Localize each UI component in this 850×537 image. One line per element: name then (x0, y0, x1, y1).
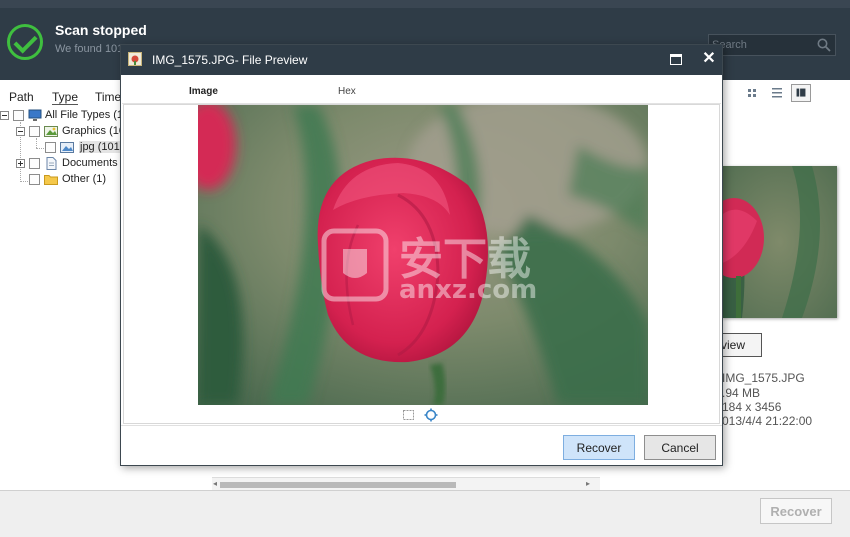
document-icon (46, 157, 57, 170)
actual-size-icon[interactable] (424, 408, 438, 422)
dialog-cancel-button[interactable]: Cancel (644, 435, 716, 460)
preview-area: 安下载 anxz.com (123, 104, 720, 424)
checkbox[interactable] (45, 142, 56, 153)
watermark-domain-text: anxz.com (399, 275, 538, 305)
preview-image: 安下载 anxz.com (198, 105, 648, 405)
tree-guide (36, 138, 37, 148)
tree-item-label: Documents (62, 157, 118, 169)
expand-icon[interactable] (16, 159, 25, 168)
checkbox[interactable] (29, 126, 40, 137)
image-file-icon (60, 142, 74, 153)
tab-image[interactable]: Image (189, 86, 218, 97)
tree-item-label: Other (1) (62, 173, 107, 185)
detail-view-icon[interactable] (791, 84, 811, 102)
search-input[interactable] (712, 37, 812, 53)
file-info-date: 013/4/4 21:22:00 (722, 414, 813, 428)
preview-thumbnail (722, 166, 837, 318)
file-preview-dialog: IMG_1575.JPG- File Preview ✕ Image Hex 安… (120, 44, 723, 466)
dialog-footer: Recover Cancel (121, 425, 722, 465)
scan-status-subtitle: We found 101 (55, 43, 124, 55)
view-by-tabs: Path Type Time (0, 80, 122, 106)
scrollbar-thumb[interactable] (220, 482, 456, 488)
close-icon[interactable]: ✕ (701, 50, 717, 68)
horizontal-scrollbar[interactable]: ◂ ▸ (212, 477, 600, 490)
tree-item-label: Graphics (10 (62, 125, 125, 137)
fit-screen-icon[interactable] (402, 409, 415, 421)
tree-item-label: All File Types (10 (45, 109, 130, 121)
checkbox[interactable] (29, 174, 40, 185)
image-file-icon (128, 52, 142, 66)
list-view-icon[interactable] (767, 84, 787, 102)
checkbox[interactable] (13, 110, 24, 121)
scroll-left-icon[interactable]: ◂ (213, 478, 217, 490)
tab-path[interactable]: Path (9, 90, 34, 104)
collapse-icon[interactable] (16, 127, 25, 136)
preview-tools (402, 408, 442, 422)
folder-icon (44, 175, 58, 185)
file-info-name: IMG_1575.JPG (722, 371, 805, 385)
checkbox[interactable] (29, 158, 40, 169)
scroll-right-icon[interactable]: ▸ (586, 478, 590, 490)
scan-status-title: Scan stopped (55, 22, 147, 38)
watermark: 安下载 anxz.com (321, 227, 581, 327)
tab-type[interactable]: Type (52, 90, 79, 105)
computer-icon (28, 109, 42, 121)
search-box[interactable] (708, 34, 836, 56)
window-top-strip (0, 0, 850, 8)
file-info-dimensions: 184 x 3456 (722, 400, 782, 414)
dialog-titlebar[interactable]: IMG_1575.JPG- File Preview ✕ (121, 45, 722, 75)
image-folder-icon (44, 126, 58, 137)
tab-hex[interactable]: Hex (338, 86, 356, 97)
bottom-bar (0, 490, 850, 537)
grid-view-icon[interactable] (742, 84, 762, 102)
tab-time[interactable]: Time (95, 90, 121, 104)
view-mode-toolbar (742, 84, 816, 102)
check-circle-icon (7, 24, 43, 60)
shield-icon (321, 228, 389, 302)
preview-tabs: Image Hex (122, 80, 721, 104)
search-icon[interactable] (817, 38, 831, 52)
dialog-title: IMG_1575.JPG- File Preview (152, 53, 308, 67)
maximize-icon[interactable] (670, 54, 682, 65)
file-info-size: .94 MB (722, 386, 761, 400)
collapse-icon[interactable] (0, 111, 9, 120)
dialog-recover-button[interactable]: Recover (563, 435, 635, 460)
recover-button[interactable]: Recover (760, 498, 832, 524)
